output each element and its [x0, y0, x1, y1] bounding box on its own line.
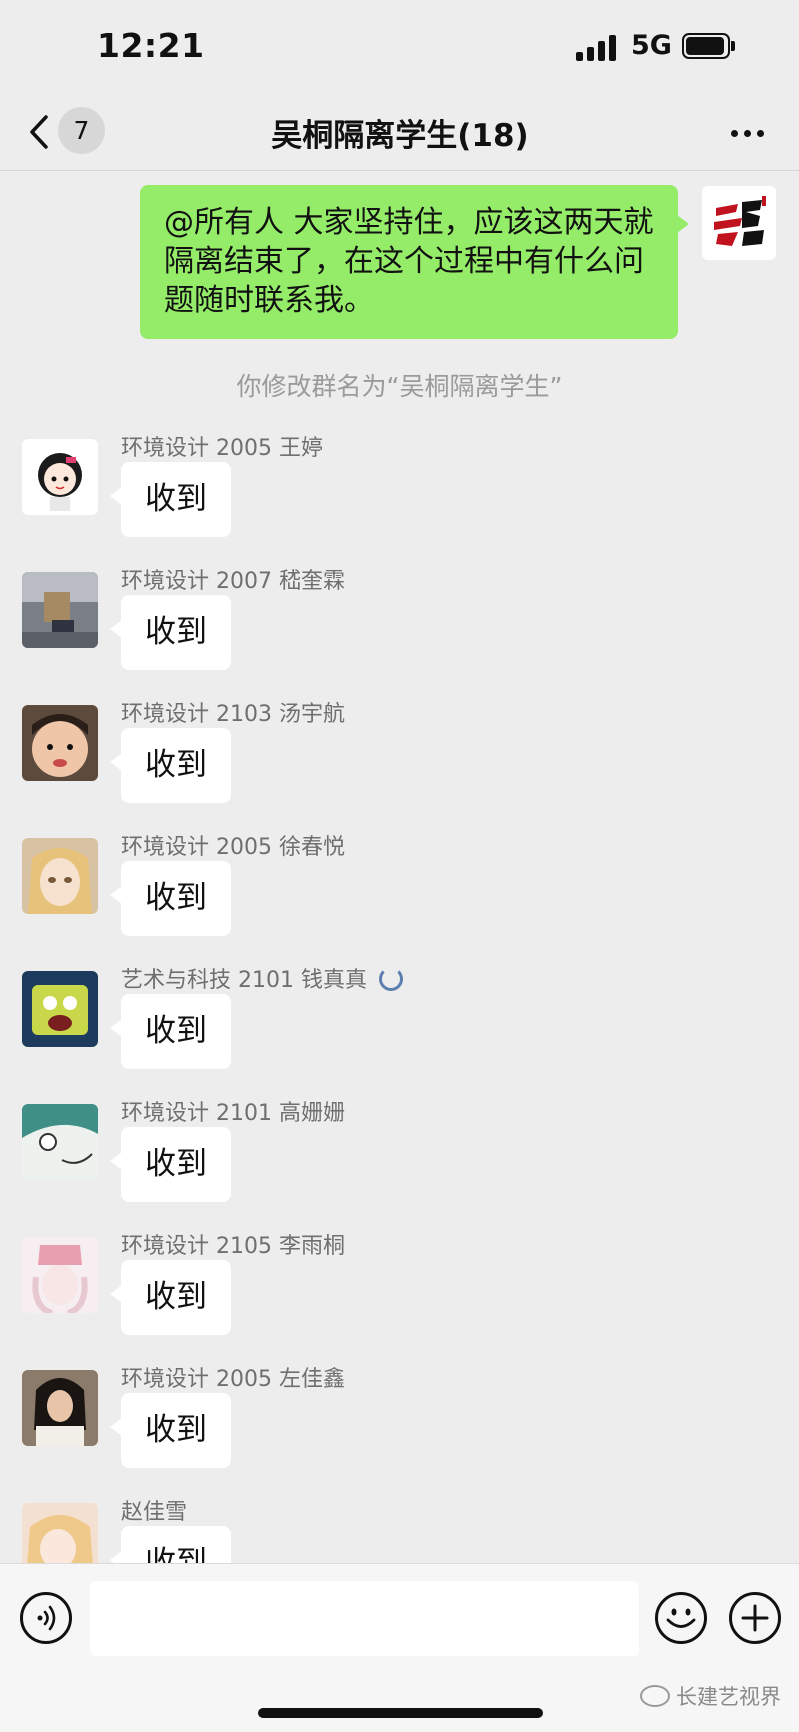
message-list[interactable]: @所有人 大家坚持住，应该这两天就隔离结束了，在这个过程中有什么问题随时联系我。… [0, 171, 799, 1563]
avatar[interactable] [22, 439, 98, 515]
message-bubble[interactable]: 收到 [110, 595, 231, 670]
back-button[interactable] [26, 107, 56, 157]
sender-name: 环境设计 2103 汤宇航 [121, 702, 345, 727]
message-input[interactable] [90, 1581, 639, 1656]
avatar[interactable] [22, 838, 98, 914]
loading-icon [378, 967, 403, 991]
voice-input-button[interactable] [20, 1592, 72, 1644]
message-bubble[interactable]: 收到 [110, 462, 231, 537]
message-bubble[interactable]: 收到 [110, 728, 231, 803]
message-row: 环境设计 2005 徐春悦 收到 [0, 835, 799, 971]
avatar[interactable] [22, 1370, 98, 1446]
sender-name: 赵佳雪 [121, 1500, 188, 1525]
message-row: 环境设计 2007 嵇奎霖 收到 [0, 569, 799, 705]
message-bubble[interactable]: 收到 [110, 994, 231, 1069]
sender-name: 环境设计 2005 左佳鑫 [121, 1367, 345, 1392]
chat-header: 7 吴桐隔离学生(18) [0, 95, 799, 171]
calligraphy-logo-image [702, 186, 776, 260]
wechat-icon [640, 1685, 670, 1707]
message-bubble[interactable]: 收到 [110, 861, 231, 936]
message-row: 环境设计 2005 左佳鑫 收到 [0, 1367, 799, 1503]
more-functions-button[interactable] [729, 1592, 781, 1644]
avatar[interactable] [22, 971, 98, 1047]
page-title: 吴桐隔离学生(18) [271, 118, 529, 154]
watermark: 长建艺视界 [640, 1681, 781, 1711]
message-row: 环境设计 2005 王婷 收到 [0, 436, 799, 572]
message-bubble[interactable]: 收到 [110, 1393, 231, 1468]
message-row: 环境设计 2103 汤宇航 收到 [0, 702, 799, 838]
plus-icon [741, 1604, 769, 1632]
sender-name: 环境设计 2105 李雨桐 [121, 1234, 345, 1259]
message-bubble[interactable]: 收到 [110, 1127, 231, 1202]
watermark-text: 长建艺视界 [676, 1685, 781, 1709]
system-notice: 你修改群名为“吴桐隔离学生” [236, 372, 563, 401]
message-bubble[interactable]: 收到 [110, 1526, 231, 1563]
emoji-button[interactable] [655, 1592, 707, 1644]
avatar[interactable] [22, 705, 98, 781]
signal-icon [576, 33, 620, 61]
sender-name: 艺术与科技 2101 钱真真 [121, 962, 403, 994]
more-button[interactable] [725, 113, 771, 153]
avatar[interactable] [22, 1503, 98, 1563]
emoji-icon [666, 1608, 696, 1628]
sender-name: 环境设计 2005 王婷 [121, 436, 323, 461]
sender-name: 环境设计 2005 徐春悦 [121, 835, 345, 860]
avatar[interactable] [22, 1237, 98, 1313]
status-bar: 12:21 5G [0, 0, 799, 95]
home-indicator[interactable] [258, 1708, 543, 1718]
avatar[interactable] [22, 1104, 98, 1180]
sender-name-text: 艺术与科技 2101 钱真真 [121, 968, 367, 993]
message-bubble[interactable]: 收到 [110, 1260, 231, 1335]
self-avatar[interactable] [702, 186, 776, 260]
more-icon [731, 130, 738, 137]
message-row: 环境设计 2105 李雨桐 收到 [0, 1234, 799, 1370]
sender-name: 环境设计 2101 高姗姗 [121, 1101, 345, 1126]
status-time: 12:21 [97, 26, 205, 65]
message-row: 环境设计 2101 高姗姗 收到 [0, 1101, 799, 1237]
voice-icon [37, 1605, 56, 1631]
network-type: 5G [631, 30, 672, 61]
avatar[interactable] [22, 572, 98, 648]
input-bar: 长建艺视界 [0, 1563, 799, 1732]
chevron-left-icon [30, 115, 48, 149]
message-row: 艺术与科技 2101 钱真真 收到 [0, 967, 799, 1104]
message-row: 赵佳雪 收到 [0, 1500, 799, 1563]
unread-count-badge[interactable]: 7 [58, 107, 105, 154]
self-message-bubble[interactable]: @所有人 大家坚持住，应该这两天就隔离结束了，在这个过程中有什么问题随时联系我。 [140, 185, 689, 339]
sender-name: 环境设计 2007 嵇奎霖 [121, 569, 345, 594]
battery-icon [682, 33, 735, 59]
